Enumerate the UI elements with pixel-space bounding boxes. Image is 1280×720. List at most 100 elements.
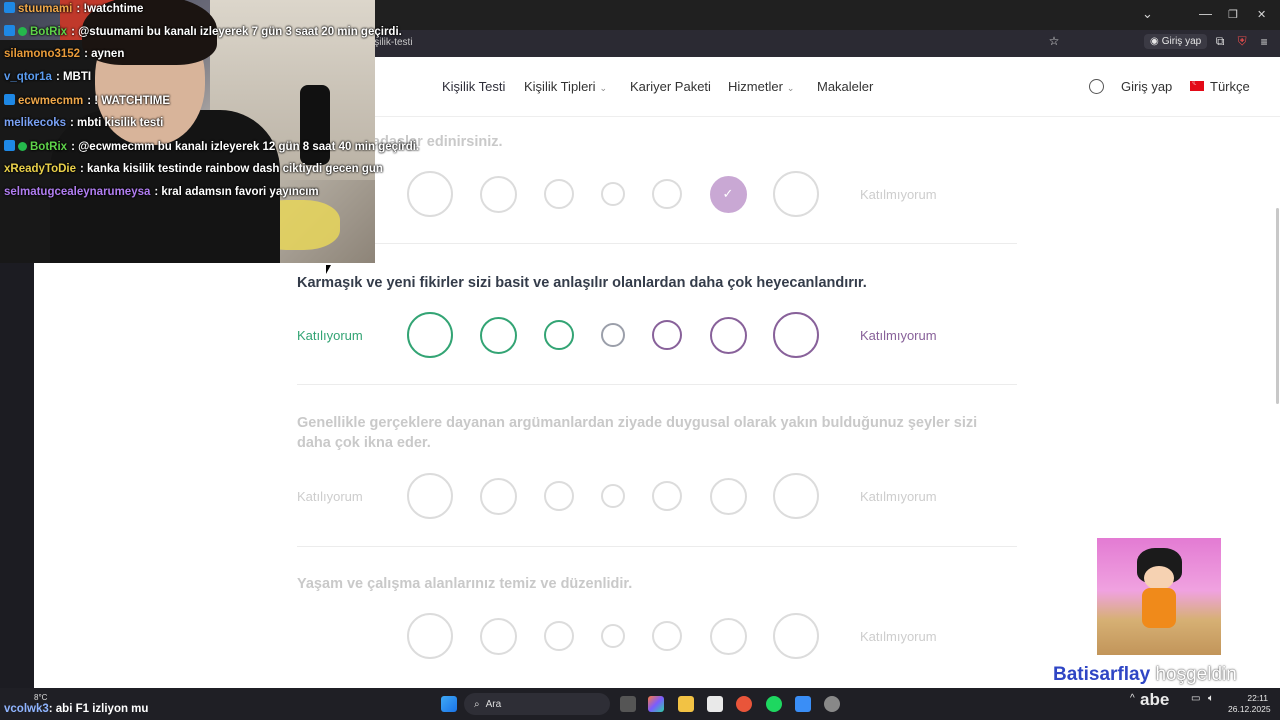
nav-articles[interactable]: Makaleler bbox=[817, 79, 873, 94]
chat-username: v_qtor1a bbox=[4, 71, 52, 83]
close-button[interactable]: ✕ bbox=[1257, 8, 1266, 21]
task-view-icon[interactable] bbox=[620, 696, 636, 712]
answer-option-3[interactable] bbox=[544, 481, 574, 511]
chevron-down-icon[interactable]: ⌄ bbox=[1142, 6, 1153, 22]
chat-line: selmatugcealeynarumeysa: kral adamsın fa… bbox=[4, 186, 319, 198]
screen: { "browser": { "url": "işilik-testi", "l… bbox=[0, 0, 1280, 720]
chevron-down-icon: ⌄ bbox=[599, 83, 608, 93]
network-icon[interactable]: ▭ bbox=[1191, 693, 1200, 704]
answer-option-4[interactable] bbox=[601, 323, 625, 347]
minimize-button[interactable]: — bbox=[1199, 6, 1212, 21]
prime-badge-icon bbox=[4, 25, 15, 36]
answer-option-6[interactable] bbox=[709, 617, 747, 655]
answer-option-4[interactable] bbox=[601, 182, 625, 206]
answer-option-1[interactable] bbox=[407, 473, 453, 519]
answer-option-1[interactable] bbox=[407, 613, 453, 659]
answer-option-1[interactable] bbox=[407, 171, 453, 217]
menu-icon[interactable]: ≡ bbox=[1255, 35, 1273, 49]
store-icon[interactable] bbox=[707, 696, 723, 712]
welcome-text: hoşgeldin bbox=[1155, 664, 1237, 685]
answer-option-6[interactable] bbox=[709, 477, 747, 515]
answer-option-2[interactable] bbox=[479, 316, 517, 354]
nav-personality-types[interactable]: Kişilik Tipleri ⌄ bbox=[524, 79, 607, 94]
answer-option-6[interactable]: ✓ bbox=[709, 175, 747, 213]
chat-message: : !watchtime bbox=[76, 3, 144, 15]
answer-option-3[interactable] bbox=[544, 179, 574, 209]
nav-personality-test[interactable]: Kişilik Testi bbox=[442, 79, 505, 94]
answer-option-7[interactable] bbox=[773, 473, 819, 519]
answer-option-5[interactable] bbox=[652, 481, 682, 511]
answer-option-3[interactable] bbox=[544, 621, 574, 651]
chat-line: xReadyToDie: kanka kisilik testinde rain… bbox=[4, 163, 383, 175]
tray-overflow-icon[interactable]: ^ bbox=[1130, 693, 1135, 704]
chat-username: xReadyToDie bbox=[4, 163, 77, 175]
answer-option-5[interactable] bbox=[652, 179, 682, 209]
chat-message: : ! WATCHTIME bbox=[87, 95, 171, 107]
url-text[interactable]: işilik-testi bbox=[372, 37, 413, 48]
divider bbox=[297, 384, 1017, 385]
answer-option-5[interactable] bbox=[652, 621, 682, 651]
chat-message: : kral adamsın favori yayıncım bbox=[154, 186, 319, 198]
chat-username: silamono3152 bbox=[4, 48, 81, 60]
chat-line: ecwmecmm: ! WATCHTIME bbox=[4, 94, 170, 107]
answer-option-7[interactable] bbox=[773, 613, 819, 659]
browser-icon[interactable] bbox=[736, 696, 752, 712]
windows-start-icon[interactable] bbox=[441, 696, 457, 712]
answer-option-7[interactable] bbox=[773, 312, 819, 358]
divider bbox=[297, 546, 1017, 547]
page-scrollbar[interactable] bbox=[1276, 208, 1279, 404]
nav-career-package[interactable]: Kariyer Paketi bbox=[630, 79, 711, 94]
webcam-overlay bbox=[0, 0, 375, 263]
chat-message: : @stuumami bu kanalı izleyerek 7 gün 3 … bbox=[71, 26, 402, 38]
prime-badge-icon bbox=[4, 140, 15, 151]
chevron-down-icon: ⌄ bbox=[786, 83, 795, 93]
settings-app-icon[interactable] bbox=[824, 696, 840, 712]
answer-option-3[interactable] bbox=[544, 320, 574, 350]
language-selector[interactable]: Türkçe bbox=[1190, 78, 1250, 94]
disagree-label: Katılmıyorum bbox=[860, 328, 937, 343]
prime-badge-icon bbox=[4, 94, 15, 105]
media-app-icon[interactable] bbox=[795, 696, 811, 712]
chat-line: silamono3152: aynen bbox=[4, 48, 124, 60]
answer-option-2[interactable] bbox=[479, 175, 517, 213]
taskbar bbox=[0, 688, 1280, 720]
answer-option-2[interactable] bbox=[479, 617, 517, 655]
bookmark-star-icon[interactable]: ☆ bbox=[1045, 34, 1063, 48]
nav-services[interactable]: Hizmetler ⌄ bbox=[728, 79, 794, 94]
webcam-microphone bbox=[300, 85, 330, 165]
nav-services-label: Hizmetler bbox=[728, 79, 783, 94]
taskbar-search[interactable]: ⌕ Ara bbox=[464, 693, 610, 715]
accessibility-icon[interactable] bbox=[1089, 79, 1104, 94]
chat-message: : kanka kisilik testinde rainbow dash ci… bbox=[80, 163, 383, 175]
spotify-icon[interactable] bbox=[766, 696, 782, 712]
answer-option-4[interactable] bbox=[601, 484, 625, 508]
goku-alert-image bbox=[1097, 538, 1221, 655]
maximize-button[interactable]: ❐ bbox=[1228, 8, 1238, 21]
chat-line: melikecoks: mbti kisilik testi bbox=[4, 117, 163, 129]
chat-username: melikecoks bbox=[4, 117, 67, 129]
answer-option-5[interactable] bbox=[652, 320, 682, 350]
disagree-label: Katılmıyorum bbox=[860, 489, 937, 504]
answer-option-6[interactable] bbox=[709, 316, 747, 354]
welcome-alert: Batisarflay hoşgeldin bbox=[1053, 664, 1237, 686]
answer-option-4[interactable] bbox=[601, 624, 625, 648]
checkmark-icon: ✓ bbox=[722, 186, 734, 201]
stream-side-panel bbox=[0, 263, 34, 688]
chat-message: : MBTI bbox=[55, 71, 92, 83]
turkey-flag-icon bbox=[1190, 78, 1204, 91]
volume-icon[interactable]: 🔈︎ bbox=[1208, 693, 1214, 704]
disagree-label: Katılmıyorum bbox=[860, 187, 937, 202]
file-explorer-icon[interactable] bbox=[678, 696, 694, 712]
answer-option-1[interactable] bbox=[407, 312, 453, 358]
chat-line: stuumami: !watchtime bbox=[4, 2, 143, 15]
weather-widget[interactable]: 8°C bbox=[34, 693, 47, 702]
site-login-link[interactable]: Giriş yap bbox=[1121, 79, 1172, 94]
copilot-icon[interactable] bbox=[648, 696, 664, 712]
answer-option-2[interactable] bbox=[479, 477, 517, 515]
system-clock[interactable]: 22:11 26.12.2025 bbox=[1228, 693, 1271, 715]
shield-icon[interactable]: ⛨ bbox=[1233, 34, 1251, 49]
browser-login-button[interactable]: ◉ Giriş yap bbox=[1144, 34, 1208, 49]
answer-option-7[interactable] bbox=[773, 171, 819, 217]
account-icon: ◉ bbox=[1150, 36, 1159, 47]
extensions-icon[interactable]: ⧉ bbox=[1211, 34, 1229, 49]
